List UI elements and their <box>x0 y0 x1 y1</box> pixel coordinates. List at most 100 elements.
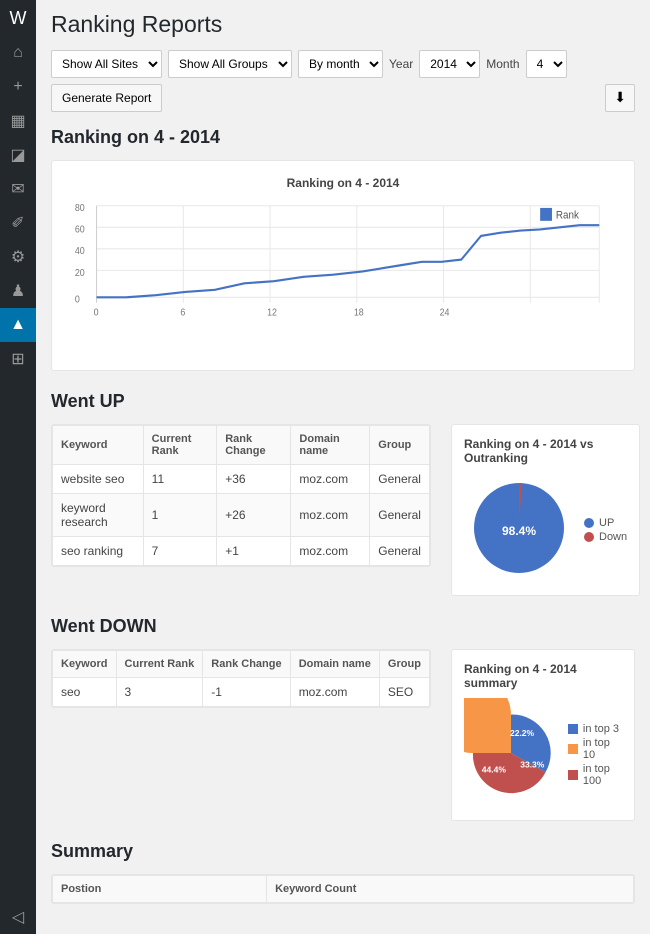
cell-group: General <box>370 464 430 493</box>
legend-top3-label: in top 3 <box>583 723 619 735</box>
summary-title: Summary <box>51 841 635 862</box>
legend-top10-label: in top 10 <box>583 737 622 761</box>
legend-down-dot <box>584 532 594 542</box>
generate-report-button[interactable]: Generate Report <box>51 84 162 112</box>
went-down-table: Keyword Current Rank Rank Change Domain … <box>52 650 430 707</box>
sidebar-logo: W <box>0 0 36 36</box>
svg-text:40: 40 <box>75 246 85 256</box>
svg-text:12: 12 <box>267 307 277 317</box>
legend-down-label: Down <box>599 531 627 543</box>
sidebar-icon-settings[interactable]: ⊞ <box>0 342 36 376</box>
col-group-d: Group <box>379 650 429 677</box>
toolbar: Show All Sites Show All Groups By month … <box>51 50 635 112</box>
cell-group: General <box>370 493 430 536</box>
legend-top10-dot <box>568 744 578 754</box>
svg-text:0: 0 <box>94 307 99 317</box>
summary-panel: Postion Keyword Count <box>51 874 635 904</box>
table-row: seo 3 -1 moz.com SEO <box>53 677 430 706</box>
year-select[interactable]: 2014 <box>419 50 480 78</box>
line-chart-container: 80 60 40 20 0 0 6 <box>67 195 619 355</box>
went-up-pie-container: Ranking on 4 - 2014 vs Outranking 98.4% <box>451 424 640 596</box>
cell-domain: moz.com <box>291 536 370 565</box>
table-row: keyword research 1 +26 moz.com General <box>53 493 430 536</box>
chart-title: Ranking on 4 - 2014 <box>67 176 619 190</box>
cell-rank-change: +36 <box>217 464 291 493</box>
download-icon: ⬇ <box>614 89 626 105</box>
svg-text:60: 60 <box>75 224 85 234</box>
page-title: Ranking Reports <box>51 10 635 40</box>
cell-domain: moz.com <box>290 677 379 706</box>
download-button[interactable]: ⬇ <box>605 84 635 112</box>
pie2-title: Ranking on 4 - 2014 summary <box>464 662 622 690</box>
sidebar-icon-plugins[interactable]: ⚙ <box>0 240 36 274</box>
cell-rank-change: -1 <box>203 677 290 706</box>
svg-text:6: 6 <box>180 307 185 317</box>
sidebar-icon-appearance[interactable]: ✐ <box>0 206 36 240</box>
legend-up-label: UP <box>599 517 614 529</box>
sidebar-icon-tools[interactable]: ▲ <box>0 308 36 342</box>
svg-text:22.2%: 22.2% <box>510 728 535 738</box>
sidebar-icon-media[interactable]: ◪ <box>0 138 36 172</box>
cell-keyword: seo <box>53 677 117 706</box>
went-down-table-container: Keyword Current Rank Rank Change Domain … <box>51 649 431 821</box>
went-down-pie-panel: Ranking on 4 - 2014 summary 22.2% <box>451 649 635 821</box>
legend-top100-dot <box>568 770 578 780</box>
svg-text:33.3%: 33.3% <box>520 759 545 769</box>
cell-keyword: seo ranking <box>53 536 144 565</box>
pie2-svg: 22.2% 33.3% 44.4% <box>464 698 558 808</box>
went-down-panel: Keyword Current Rank Rank Change Domain … <box>51 649 431 708</box>
svg-text:0: 0 <box>75 294 80 304</box>
legend-up-dot <box>584 518 594 528</box>
sidebar-icon-dashboard[interactable]: ⌂ <box>0 36 36 70</box>
col-rank-change: Rank Change <box>217 425 291 464</box>
sidebar: W ⌂ + ▦ ◪ ✉ ✐ ⚙ ♟ ▲ ⊞ ◁ <box>0 0 36 934</box>
went-down-section: Went DOWN Keyword Current Rank Rank Chan… <box>51 616 635 821</box>
sidebar-icon-collapse[interactable]: ◁ <box>0 900 36 934</box>
legend-up: UP <box>584 517 627 529</box>
went-down-title: Went DOWN <box>51 616 635 637</box>
col-rank-change-d: Rank Change <box>203 650 290 677</box>
col-group: Group <box>370 425 430 464</box>
pie1-svg: 98.4% <box>464 473 574 583</box>
legend-top100: in top 100 <box>568 763 622 787</box>
pie1-title: Ranking on 4 - 2014 vs Outranking <box>464 437 627 465</box>
cell-current-rank: 3 <box>116 677 203 706</box>
main-content: Ranking Reports Show All Sites Show All … <box>36 0 650 934</box>
col-current-rank: Current Rank <box>143 425 217 464</box>
line-chart-panel: Ranking on 4 - 2014 80 60 40 20 0 <box>51 160 635 371</box>
went-up-table: Keyword Current Rank Rank Change Domain … <box>52 425 430 566</box>
svg-text:44.4%: 44.4% <box>482 765 507 775</box>
svg-text:80: 80 <box>75 203 85 213</box>
summary-table: Postion Keyword Count <box>52 875 634 903</box>
pie2-legend: in top 3 in top 10 in top 100 <box>568 723 622 789</box>
col-position: Postion <box>53 875 267 902</box>
went-up-section: Went UP Keyword Current Rank Rank Change… <box>51 391 635 596</box>
svg-text:Rank: Rank <box>556 210 580 221</box>
cell-domain: moz.com <box>291 464 370 493</box>
col-keyword-count: Keyword Count <box>267 875 634 902</box>
svg-text:98.4%: 98.4% <box>502 524 536 538</box>
went-up-pie-panel: Ranking on 4 - 2014 vs Outranking 98.4% <box>451 424 640 596</box>
sidebar-icon-comments[interactable]: ✉ <box>0 172 36 206</box>
sidebar-icon-users[interactable]: ♟ <box>0 274 36 308</box>
period-select[interactable]: By month <box>298 50 383 78</box>
went-down-pie-container: Ranking on 4 - 2014 summary 22.2% <box>451 649 635 821</box>
cell-rank-change: +26 <box>217 493 291 536</box>
sites-select[interactable]: Show All Sites <box>51 50 162 78</box>
svg-text:24: 24 <box>440 307 450 317</box>
went-up-title: Went UP <box>51 391 635 412</box>
went-up-panel: Keyword Current Rank Rank Change Domain … <box>51 424 431 567</box>
cell-keyword: website seo <box>53 464 144 493</box>
cell-rank-change: +1 <box>217 536 291 565</box>
year-label: Year <box>389 57 413 71</box>
svg-text:20: 20 <box>75 267 85 277</box>
legend-top3: in top 3 <box>568 723 622 735</box>
sidebar-icon-posts[interactable]: ▦ <box>0 104 36 138</box>
went-up-content: Keyword Current Rank Rank Change Domain … <box>51 424 635 596</box>
groups-select[interactable]: Show All Groups <box>168 50 292 78</box>
month-select[interactable]: 4 <box>526 50 567 78</box>
legend-top3-dot <box>568 724 578 734</box>
line-chart-svg: 80 60 40 20 0 0 6 <box>67 195 619 335</box>
table-row: website seo 11 +36 moz.com General <box>53 464 430 493</box>
sidebar-icon-add[interactable]: + <box>0 70 36 104</box>
